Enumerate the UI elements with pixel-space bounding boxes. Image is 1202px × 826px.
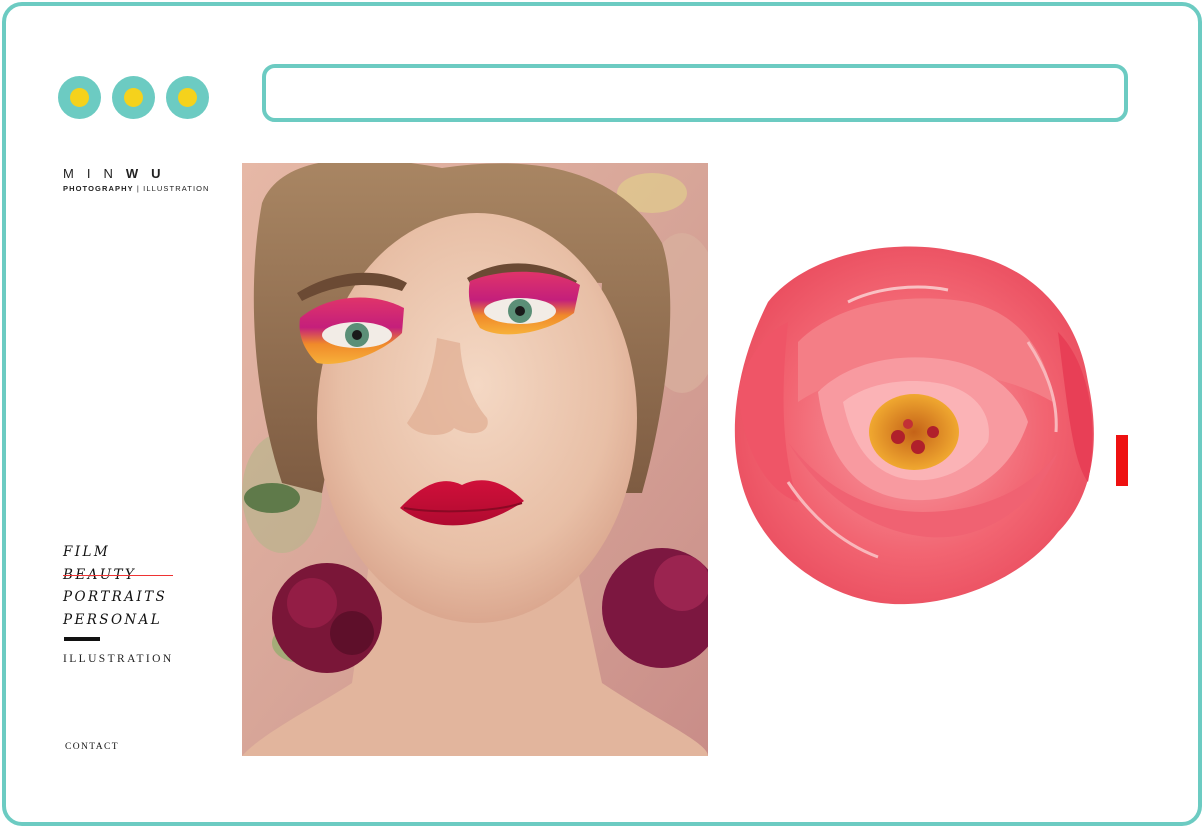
- nav-item-illustration[interactable]: ILLUSTRATION: [63, 653, 174, 665]
- window-dot-2[interactable]: [112, 76, 155, 119]
- nav-item-personal[interactable]: PERSONAL: [63, 610, 174, 633]
- portrait-photo-graphic: [242, 163, 708, 756]
- contact-link[interactable]: CONTACT: [65, 742, 119, 752]
- nav-item-portraits[interactable]: PORTRAITS: [63, 587, 174, 610]
- peony-flower-image: [728, 242, 1100, 610]
- logo-subtitle-separator: |: [136, 184, 140, 193]
- logo-subtitle-photography: PHOTOGRAPHY: [63, 184, 134, 193]
- peony-flower-graphic: [734, 246, 1094, 605]
- logo-subtitle: PHOTOGRAPHY | ILLUSTRATION: [63, 184, 210, 193]
- portrait-photo: [242, 163, 708, 756]
- address-bar[interactable]: [262, 64, 1128, 122]
- logo-subtitle-illustration: ILLUSTRATION: [143, 184, 210, 193]
- nav-item-beauty[interactable]: BEAUTY: [63, 565, 174, 588]
- logo-name-light: MIN: [63, 166, 126, 181]
- window-dot-3[interactable]: [166, 76, 209, 119]
- side-nav: FILM BEAUTY PORTRAITS PERSONAL ILLUSTRAT…: [63, 542, 174, 665]
- window-dot-1[interactable]: [58, 76, 101, 119]
- logo-name-bold: WU: [125, 166, 174, 181]
- nav-divider: [64, 637, 100, 641]
- logo-name: MINWU: [63, 166, 210, 181]
- nav-item-film[interactable]: FILM: [63, 542, 174, 565]
- slide-indicator[interactable]: [1116, 435, 1128, 486]
- site-logo[interactable]: MINWU PHOTOGRAPHY | ILLUSTRATION: [63, 166, 210, 193]
